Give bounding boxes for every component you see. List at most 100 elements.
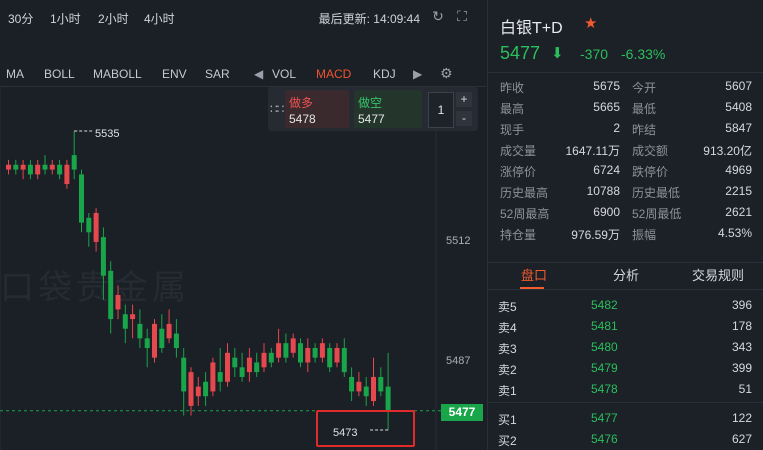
candle-body bbox=[210, 362, 216, 392]
tab-analysis[interactable]: 分析 bbox=[580, 263, 672, 289]
tab-order-book[interactable]: 盘口 bbox=[488, 263, 580, 289]
timeframe-30m[interactable]: 30分 bbox=[8, 10, 33, 27]
indicator-env[interactable]: ENV bbox=[162, 67, 187, 81]
stat-value: 5847 bbox=[725, 121, 752, 135]
order-book-row[interactable]: 卖1 5478 51 bbox=[488, 378, 763, 398]
stat-name: 成交额 bbox=[632, 144, 669, 158]
price-change: -370 bbox=[580, 46, 609, 62]
timeframe-bar: 30分 1小时 2小时 4小时 最后更新: 14:09:44 ↻ ⛶ bbox=[0, 0, 486, 34]
order-book-row[interactable]: 卖4 5481 178 bbox=[488, 315, 763, 335]
scroll-left-icon[interactable]: ◀ bbox=[254, 67, 263, 81]
candle-body bbox=[115, 294, 121, 310]
quantity-plus-button[interactable]: + bbox=[456, 92, 472, 107]
indicator-kdj[interactable]: KDJ bbox=[373, 67, 396, 81]
stat-name: 持仓量 bbox=[500, 228, 537, 242]
candle-body bbox=[385, 386, 391, 411]
sell-short-button[interactable]: 做空 5477 bbox=[354, 90, 422, 128]
order-book-price: 5481 bbox=[591, 319, 618, 333]
indicator-maboll[interactable]: MABOLL bbox=[93, 67, 142, 81]
order-book-row[interactable]: 卖2 5479 399 bbox=[488, 357, 763, 377]
sell-short-label: 做空 bbox=[358, 96, 383, 110]
candle-body bbox=[152, 323, 157, 358]
stat-value: 5408 bbox=[725, 100, 752, 114]
stat-row-right: 昨结 5847 bbox=[632, 121, 752, 138]
candle-body bbox=[20, 164, 26, 170]
timeframe-4h[interactable]: 4小时 bbox=[144, 10, 175, 27]
order-book-level: 买1 bbox=[498, 413, 517, 427]
stat-row-left: 52周最高 6900 bbox=[500, 205, 620, 222]
indicator-ma[interactable]: MA bbox=[6, 67, 24, 81]
stat-row-right: 52周最低 2621 bbox=[632, 205, 752, 222]
stat-row-left: 涨停价 6724 bbox=[500, 163, 620, 180]
last-update-label: 最后更新: 14:09:44 bbox=[318, 12, 420, 26]
indicator-macd[interactable]: MACD bbox=[316, 67, 351, 81]
scroll-right-icon[interactable]: ▶ bbox=[413, 67, 422, 81]
candle-body bbox=[305, 348, 311, 363]
tab-trading-rules[interactable]: 交易规则 bbox=[672, 263, 763, 289]
order-book-price: 5479 bbox=[591, 361, 618, 375]
current-price-tag: 5477 bbox=[441, 404, 483, 421]
highlight-box bbox=[316, 410, 415, 447]
timeframe-1h[interactable]: 1小时 bbox=[50, 10, 81, 27]
candle-body bbox=[27, 164, 33, 175]
stat-row-right: 振幅 4.53% bbox=[632, 226, 752, 243]
candle-body bbox=[276, 343, 282, 358]
sell-short-price: 5477 bbox=[358, 112, 385, 126]
favorite-star-icon[interactable]: ★ bbox=[584, 14, 597, 32]
order-book-level: 卖2 bbox=[498, 363, 517, 377]
order-book-level: 卖4 bbox=[498, 321, 517, 335]
price-tick-5487: 5487 bbox=[446, 355, 471, 368]
candle-body bbox=[327, 348, 333, 368]
stat-row-left: 最高 5665 bbox=[500, 100, 620, 117]
quantity-input[interactable]: 1 bbox=[428, 92, 454, 128]
gear-icon[interactable]: ⚙ bbox=[440, 65, 453, 82]
drag-handle-icon[interactable]: ∷∷ bbox=[270, 102, 284, 116]
stat-name: 历史最低 bbox=[632, 186, 681, 200]
order-book-level: 卖3 bbox=[498, 342, 517, 356]
candle-body bbox=[137, 323, 143, 339]
fullscreen-icon[interactable]: ⛶ bbox=[452, 6, 472, 26]
stat-value: 10788 bbox=[586, 184, 620, 198]
indicator-boll[interactable]: BOLL bbox=[44, 67, 75, 81]
order-book-row[interactable]: 买2 5476 627 bbox=[488, 428, 763, 448]
candlestick-chart bbox=[0, 87, 441, 450]
candle-body bbox=[181, 357, 187, 392]
order-book-row[interactable]: 买1 5477 122 bbox=[488, 407, 763, 427]
candle-body bbox=[13, 164, 19, 170]
price-tick-5512: 5512 bbox=[446, 234, 471, 247]
stat-value: 2215 bbox=[725, 184, 752, 198]
stat-row-right: 跌停价 4969 bbox=[632, 163, 752, 180]
candle-body bbox=[319, 343, 325, 358]
indicator-sar[interactable]: SAR bbox=[205, 67, 230, 81]
stat-name: 今开 bbox=[632, 81, 657, 95]
quantity-minus-button[interactable]: - bbox=[456, 111, 472, 126]
stat-name: 历史最高 bbox=[500, 186, 549, 200]
instrument-title: 白银T+D bbox=[500, 20, 563, 37]
buy-long-button[interactable]: 做多 5478 bbox=[285, 90, 349, 128]
candle-body bbox=[378, 376, 384, 392]
quote-tabs: 盘口 分析 交易规则 bbox=[488, 262, 763, 290]
timeframe-2h[interactable]: 2小时 bbox=[98, 10, 129, 27]
indicator-vol[interactable]: VOL bbox=[272, 67, 296, 81]
stat-value: 1647.11万 bbox=[565, 144, 621, 158]
stat-value: 5665 bbox=[593, 100, 620, 114]
order-book-row[interactable]: 卖5 5482 396 bbox=[488, 294, 763, 314]
quote-pane: 白银T+D ★ 5477 ⬇ -370 -6.33% 昨收 5675 今开 5607 最… bbox=[487, 0, 763, 450]
stat-row-right: 历史最低 2215 bbox=[632, 184, 752, 201]
quick-order-panel: ∷∷ 做多 5478 做空 5477 1 + - bbox=[268, 87, 478, 131]
candle-body bbox=[341, 348, 347, 373]
order-book-volume: 399 bbox=[731, 361, 752, 375]
price-change-pct: -6.33% bbox=[621, 46, 666, 62]
refresh-icon[interactable]: ↻ bbox=[428, 6, 448, 26]
stat-name: 成交量 bbox=[500, 144, 537, 158]
candle-body bbox=[108, 270, 114, 320]
down-arrow-icon: ⬇ bbox=[551, 45, 564, 62]
candle-body bbox=[261, 352, 267, 368]
order-book-divider bbox=[488, 402, 763, 403]
order-book-volume: 627 bbox=[731, 432, 752, 446]
order-book-row[interactable]: 卖3 5480 343 bbox=[488, 336, 763, 356]
stat-row-left: 昨收 5675 bbox=[500, 79, 620, 96]
candle-body bbox=[334, 348, 340, 363]
stat-value: 2 bbox=[613, 121, 620, 135]
buy-long-label: 做多 bbox=[289, 96, 314, 110]
